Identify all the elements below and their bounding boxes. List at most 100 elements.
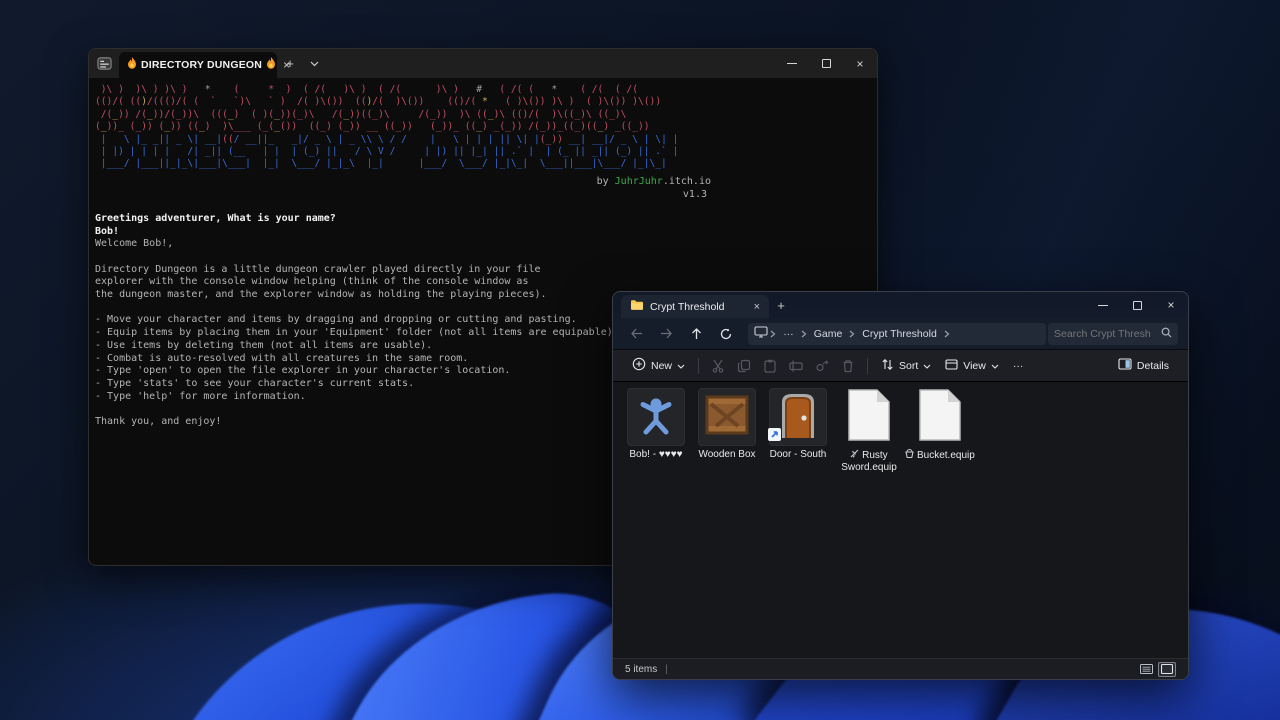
explorer-tab-strip: Crypt Threshold × + × — [613, 292, 1188, 318]
this-pc-icon[interactable] — [754, 325, 768, 343]
explorer-tab[interactable]: Crypt Threshold × — [621, 295, 769, 318]
explorer-tab-close-icon[interactable]: × — [751, 301, 763, 313]
terminal-new-tab-button[interactable]: + — [277, 49, 303, 78]
console-line: Bob! — [95, 225, 120, 237]
chevron-right-icon[interactable] — [944, 325, 950, 343]
door-icon — [778, 392, 818, 443]
folder-icon — [630, 298, 644, 316]
explorer-maximize-button[interactable] — [1120, 292, 1154, 318]
breadcrumb-item-game[interactable]: Game — [809, 328, 848, 340]
explorer-address-bar: ··· Game Crypt Threshold — [613, 318, 1188, 349]
file-label: Wooden Box — [698, 449, 756, 460]
refresh-icon[interactable] — [712, 322, 740, 346]
terminal-version: v1.3 — [682, 188, 707, 200]
search-box — [1048, 322, 1179, 345]
fire-icon — [266, 56, 276, 74]
desktop-wallpaper: DIRECTORY DUNGEON × + × )\ ) )\ ) )\ ) *… — [0, 0, 1280, 720]
explorer-minimize-button[interactable] — [1086, 292, 1120, 318]
details-pane-icon — [1118, 358, 1132, 373]
ascii-art-line: )\ ) )\ ) )\ ) * ( * ) ( /( )\ ) ( /( )\… — [95, 84, 638, 95]
item-count: 5 items — [625, 663, 658, 675]
chevron-down-icon — [991, 360, 999, 372]
console-line: Welcome Bob!, — [95, 238, 174, 250]
file-label: Door - South — [769, 449, 827, 460]
terminal-tab-bar: DIRECTORY DUNGEON × + × — [89, 49, 877, 78]
view-icon — [945, 358, 958, 374]
person-icon — [636, 395, 676, 440]
explorer-command-bar: New Sort View ··· Details — [613, 349, 1188, 382]
divider — [698, 357, 700, 374]
terminal-tab-dropdown-icon[interactable] — [303, 49, 325, 78]
search-input[interactable] — [1054, 327, 1162, 340]
terminal-tab[interactable]: DIRECTORY DUNGEON × — [119, 52, 290, 78]
divider — [867, 357, 869, 374]
view-button[interactable]: View — [938, 354, 1006, 378]
up-icon[interactable] — [683, 322, 711, 346]
file-label: Bob! - ♥♥♥♥ — [629, 449, 683, 460]
fire-icon — [127, 56, 137, 74]
terminal-maximize-button[interactable] — [809, 49, 843, 78]
file-item-bucket[interactable]: Bucket.equip — [905, 388, 975, 462]
ascii-art-line: |___/ |___||_|_\|___|\___| |_| \___/ |_|… — [95, 158, 667, 170]
copy-icon[interactable] — [731, 354, 757, 378]
file-item-wooden-box[interactable]: Wooden Box — [694, 388, 760, 461]
sort-button[interactable]: Sort — [874, 354, 938, 378]
shortcut-arrow-icon — [768, 427, 781, 441]
bucket-icon — [905, 449, 914, 461]
more-options-button[interactable]: ··· — [1006, 354, 1031, 378]
terminal-byline: by JuhrJuhr.itch.io — [596, 175, 711, 187]
file-page-icon — [918, 388, 962, 447]
search-icon[interactable] — [1161, 325, 1172, 343]
status-divider: | — [665, 663, 668, 675]
author-link: JuhrJuhr — [614, 175, 663, 187]
chevron-right-icon — [770, 325, 776, 343]
details-view-toggle[interactable] — [1137, 662, 1155, 677]
explorer-titlebar-drag-area — [793, 292, 1086, 318]
console-line: explorer with the console window helping… — [95, 276, 529, 288]
explorer-window-controls: × — [1086, 292, 1188, 318]
details-button[interactable]: Details — [1111, 354, 1176, 378]
new-button[interactable]: New — [625, 354, 692, 378]
ascii-art-line: /(_)) /(_))/(_))\ (((_) ( )(_))(_)\ /(_)… — [95, 108, 627, 120]
ascii-art-line: | |) | | | | /| _|| (__ | | | (_) || / \… — [95, 146, 679, 158]
sort-icon — [881, 358, 894, 374]
terminal-close-button[interactable]: × — [843, 49, 877, 78]
breadcrumb-item-current[interactable]: Crypt Threshold — [857, 328, 942, 340]
file-list: Bob! - ♥♥♥♥ Wooden Box Door - South Rust… — [613, 382, 1188, 658]
terminal-app-icon — [89, 49, 119, 78]
forward-icon[interactable] — [653, 322, 681, 346]
cut-icon[interactable] — [705, 354, 731, 378]
file-item-door-south[interactable]: Door - South — [765, 388, 831, 461]
chevron-right-icon — [801, 325, 807, 343]
chevron-down-icon — [923, 360, 931, 372]
ascii-art: )\ ) )\ ) )\ ) * ( * ) ( /( )\ ) ( /( )\… — [95, 84, 711, 171]
file-label: Rusty Sword.equip — [841, 449, 897, 473]
explorer-status-bar: 5 items | — [613, 658, 1188, 679]
share-icon[interactable] — [809, 354, 835, 378]
terminal-tab-title: DIRECTORY DUNGEON — [141, 59, 263, 71]
rename-icon[interactable] — [783, 354, 809, 378]
file-label: Bucket.equip — [905, 449, 975, 462]
icons-view-toggle[interactable] — [1158, 661, 1176, 677]
paste-icon[interactable] — [757, 354, 783, 378]
ascii-art-line: (_))_ (_)) (_)) ((_) )\___ (_(_()) ((_) … — [95, 121, 650, 133]
back-icon[interactable] — [623, 322, 651, 346]
explorer-close-button[interactable]: × — [1154, 292, 1188, 318]
ascii-art-line: | \ |_ _|| _ \| __|((/ __||_ _|/ _ \ | _… — [95, 133, 679, 145]
crate-icon — [704, 392, 750, 443]
console-line: Directory Dungeon is a little dungeon cr… — [95, 263, 541, 275]
file-item-rusty-sword[interactable]: Rusty Sword.equip — [836, 388, 902, 473]
delete-icon[interactable] — [835, 354, 861, 378]
terminal-window-controls: × — [775, 49, 877, 78]
terminal-minimize-button[interactable] — [775, 49, 809, 78]
console-line: Greetings adventurer, What is your name? — [95, 212, 336, 224]
chevron-right-icon — [849, 325, 855, 343]
explorer-tab-title: Crypt Threshold — [650, 300, 725, 313]
breadcrumb-overflow[interactable]: ··· — [778, 328, 799, 340]
new-icon — [632, 357, 646, 374]
ascii-art-wrap: )\ ) )\ ) )\ ) * ( * ) ( /( )\ ) ( /( )\… — [95, 84, 711, 201]
file-item-bob[interactable]: Bob! - ♥♥♥♥ — [623, 388, 689, 461]
explorer-new-tab-button[interactable]: + — [769, 292, 793, 318]
ascii-art-line: (()/( (()/((()/( ( ` `)\ ` ) /( )\()) ((… — [95, 96, 662, 108]
breadcrumb[interactable]: ··· Game Crypt Threshold — [748, 322, 1047, 345]
